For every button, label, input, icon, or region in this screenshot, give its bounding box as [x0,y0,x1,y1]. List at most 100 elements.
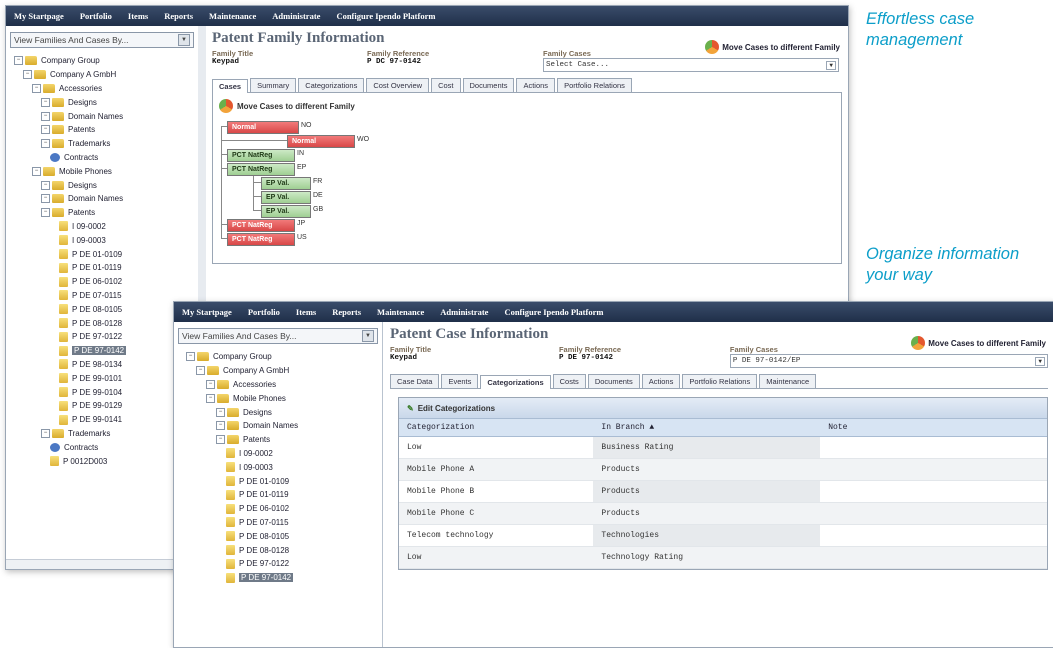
family-cases-select[interactable]: P DE 97-0142/EP ▼ [729,354,1048,368]
tree-node[interactable]: I 09-0003 [186,460,382,474]
case-node[interactable]: Normal [287,135,355,148]
menu-item[interactable]: Items [296,307,316,317]
menu-item[interactable]: Maintenance [209,11,256,21]
expand-icon[interactable]: − [41,111,50,121]
expand-icon[interactable]: − [41,428,50,438]
menu-item[interactable]: Items [128,11,148,21]
case-node[interactable]: PCT NatReg [227,149,295,162]
menu-item[interactable]: Configure Ipendo Platform [504,307,603,317]
chevron-down-icon[interactable]: ▼ [178,34,190,46]
tree-node[interactable]: − Designs [14,178,198,192]
tab-item[interactable]: Cost [431,78,461,92]
view-selector[interactable]: View Families And Cases By... ▼ [10,32,194,48]
tree-node[interactable]: P DE 08-0105 [186,529,382,543]
column-header[interactable]: Note [820,419,1047,437]
table-row[interactable]: Telecom technology Technologies [399,524,1047,547]
chevron-down-icon[interactable]: ▼ [826,60,836,70]
menu-item[interactable]: Reports [164,11,193,21]
tree-node[interactable]: P DE 01-0119 [186,488,382,502]
tree-node[interactable]: Contracts [14,440,198,454]
tab-item[interactable]: Categorizations [480,375,551,389]
tree-node[interactable]: P DE 97-0122 [14,330,198,344]
table-row[interactable]: Mobile Phone B Products [399,480,1047,503]
tab-item[interactable]: Documents [587,374,640,388]
tab-item[interactable]: Categorizations [298,78,365,92]
tree-node[interactable]: P DE 06-0102 [14,275,198,289]
table-row[interactable]: Mobile Phone C Products [399,502,1047,525]
tree-node[interactable]: Contracts [14,151,198,165]
tab-item[interactable]: Cases [212,79,249,93]
tree-node[interactable]: − Patents [14,123,198,137]
tree-node[interactable]: P DE 06-0102 [186,502,382,516]
table-row[interactable]: Mobile Phone A Products [399,458,1047,481]
expand-icon[interactable]: − [206,379,215,389]
tree-node[interactable]: − Domain Names [14,109,198,123]
tree-node[interactable]: − Mobile Phones [186,391,382,405]
expand-icon[interactable]: − [41,125,50,135]
tab-item[interactable]: Actions [641,374,681,388]
tab-item[interactable]: Cost Overview [366,78,430,92]
tree-node[interactable]: P DE 99-0141 [14,413,198,427]
tree-node[interactable]: − Patents [14,206,198,220]
tab-item[interactable]: Actions [516,78,556,92]
tree-node[interactable]: P DE 01-0109 [14,247,198,261]
tab-item[interactable]: Summary [250,78,297,92]
column-header[interactable]: Categorization [399,419,594,437]
expand-icon[interactable]: − [206,393,215,403]
tree-node[interactable]: − Accessories [14,82,198,96]
case-node[interactable]: EP Val. [261,205,311,218]
tree-node[interactable]: P DE 98-0134 [14,358,198,372]
menu-item[interactable]: Portfolio [80,11,112,21]
tree-node[interactable]: P 0012D003 [14,454,198,468]
tree-node[interactable]: − Company Group [14,54,198,68]
menu-item[interactable]: Portfolio [248,307,280,317]
menu-item[interactable]: Administrate [272,11,320,21]
tree-node[interactable]: P DE 99-0101 [14,371,198,385]
tree-node[interactable]: P DE 07-0115 [186,516,382,530]
expand-icon[interactable]: − [41,97,50,107]
tab-item[interactable]: Case Data [390,374,440,388]
tree-node[interactable]: − Designs [14,95,198,109]
view-selector[interactable]: View Families And Cases By... ▼ [178,328,378,344]
tree-node[interactable]: P DE 08-0105 [14,302,198,316]
expand-icon[interactable]: − [196,366,205,376]
case-node[interactable]: PCT NatReg [227,219,295,232]
tree-node[interactable]: I 09-0002 [14,220,198,234]
tab-item[interactable]: Portfolio Relations [682,374,758,388]
expand-icon[interactable]: − [14,56,23,66]
expand-icon[interactable]: − [216,421,225,431]
tree-node[interactable]: P DE 97-0142 [186,571,382,585]
expand-icon[interactable]: − [32,83,41,93]
move-cases-button[interactable]: Move Cases to different Family [705,40,840,54]
expand-icon[interactable]: − [23,70,32,80]
tree-node[interactable]: I 09-0002 [186,447,382,461]
expand-icon[interactable]: − [216,407,225,417]
expand-icon[interactable]: − [41,208,50,218]
tree-node[interactable]: − Trademarks [14,137,198,151]
case-node[interactable]: EP Val. [261,191,311,204]
tab-item[interactable]: Portfolio Relations [557,78,632,92]
tree-node[interactable]: − Company A GmbH [14,68,198,82]
case-node[interactable]: PCT NatReg [227,163,295,176]
case-node[interactable]: PCT NatReg [227,233,295,246]
column-header[interactable]: In Branch ▲ [593,419,821,437]
tree-node[interactable]: − Designs [186,405,382,419]
chevron-down-icon[interactable]: ▼ [1035,356,1045,366]
cases-panel-header[interactable]: Move Cases to different Family [213,93,841,119]
menu-item[interactable]: Maintenance [377,307,424,317]
tree-node[interactable]: P DE 08-0128 [186,543,382,557]
edit-categorizations-button[interactable]: ✎ Edit Categorizations [399,398,1047,419]
tree-node[interactable]: P DE 01-0119 [14,261,198,275]
tree-node[interactable]: P DE 97-0122 [186,557,382,571]
tab-item[interactable]: Maintenance [759,374,817,388]
expand-icon[interactable]: − [186,352,195,362]
tree-node[interactable]: I 09-0003 [14,233,198,247]
tab-item[interactable]: Events [441,374,479,388]
tree-node[interactable]: P DE 99-0104 [14,385,198,399]
move-cases-button[interactable]: Move Cases to different Family [911,336,1046,350]
table-row[interactable]: Low Technology Rating [399,546,1047,569]
tree-node[interactable]: − Accessories [186,378,382,392]
menu-item[interactable]: Reports [332,307,361,317]
menu-item[interactable]: Administrate [440,307,488,317]
tree-node[interactable]: P DE 99-0129 [14,399,198,413]
